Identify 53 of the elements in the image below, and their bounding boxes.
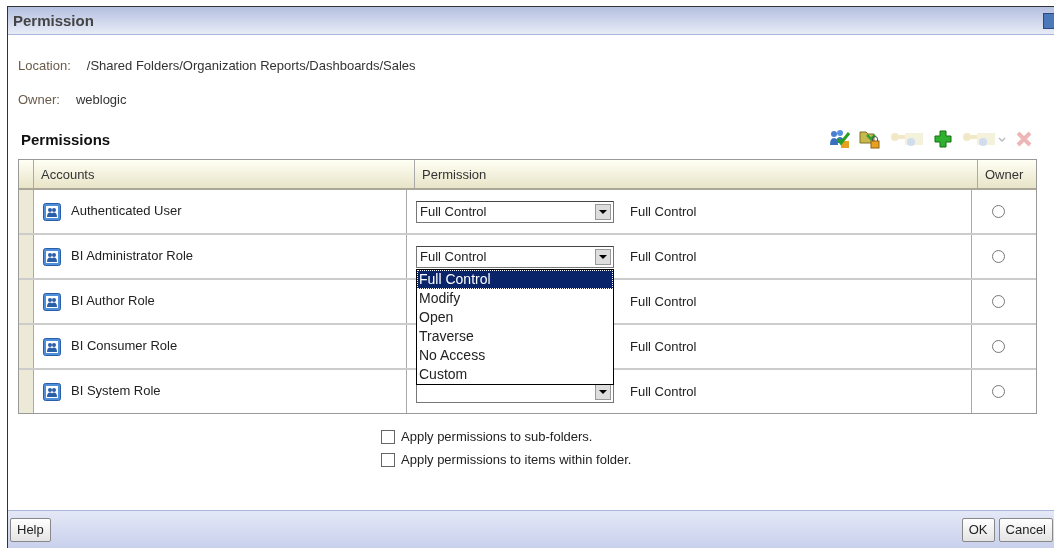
dropdown-option[interactable]: Open xyxy=(417,307,613,327)
row-selector-cell[interactable] xyxy=(19,235,34,278)
role-icon xyxy=(43,338,61,356)
role-icon xyxy=(43,248,61,266)
close-icon[interactable] xyxy=(1043,12,1054,29)
dropdown-option[interactable]: No Access xyxy=(417,345,613,365)
column-header: Permission xyxy=(415,160,978,188)
checkbox-label: Apply permissions to items within folder. xyxy=(401,452,632,467)
account-name: BI Consumer Role xyxy=(71,338,178,353)
dropdown-option[interactable]: Modify xyxy=(417,288,613,308)
permission-select[interactable]: Full Control xyxy=(416,200,614,223)
folder-lock-icon[interactable] xyxy=(859,129,881,149)
row-selector-cell[interactable] xyxy=(19,325,34,368)
help-button[interactable]: Help xyxy=(10,517,51,542)
effective-permission: Full Control xyxy=(630,339,697,354)
role-icon xyxy=(43,293,61,311)
dropdown-option[interactable]: Full Control xyxy=(417,269,613,289)
effective-permission: Full Control xyxy=(630,249,697,264)
users-check-icon[interactable] xyxy=(829,129,851,149)
owner-radio[interactable] xyxy=(992,340,1005,353)
owner-radio[interactable] xyxy=(992,295,1005,308)
ok-button[interactable]: OK xyxy=(961,517,995,542)
account-name: BI Administrator Role xyxy=(71,248,194,263)
column-header: Accounts xyxy=(34,160,415,188)
effective-permission: Full Control xyxy=(630,204,697,219)
add-icon[interactable] xyxy=(933,129,953,149)
checkbox[interactable] xyxy=(381,452,395,467)
dropdown-option[interactable]: Traverse xyxy=(417,326,613,346)
account-name: BI Author Role xyxy=(71,293,155,308)
row-selector-cell[interactable] xyxy=(19,370,34,413)
section-title: Permissions xyxy=(21,131,111,149)
cancel-button[interactable]: Cancel xyxy=(998,517,1053,542)
role-icon xyxy=(43,203,61,221)
window-title: Permission xyxy=(13,12,94,29)
row-selector-cell[interactable] xyxy=(19,280,34,323)
owner-radio[interactable] xyxy=(992,385,1005,398)
account-name: Authenticated User xyxy=(71,203,182,218)
checkbox-label: Apply permissions to sub-folders. xyxy=(401,429,593,444)
owner-name: weblogic xyxy=(75,92,127,107)
location-path: /Shared Folders/Organization Reports/Dashboards/Sales xyxy=(86,58,416,73)
effective-permission: Full Control xyxy=(630,294,697,309)
row-selector-cell[interactable] xyxy=(19,190,34,233)
location-label: Location: xyxy=(18,58,71,73)
owner-label: Owner: xyxy=(18,92,60,107)
effective-permission: Full Control xyxy=(630,384,697,399)
role-icon xyxy=(43,383,61,401)
owner-radio[interactable] xyxy=(992,250,1005,263)
dropdown-option[interactable]: Custom xyxy=(417,364,613,384)
column-header: Owner xyxy=(984,165,1025,184)
permission-select[interactable]: Full Control xyxy=(416,245,614,268)
owner-radio[interactable] xyxy=(992,205,1005,218)
checkbox[interactable] xyxy=(381,429,395,444)
account-name: BI System Role xyxy=(71,383,161,398)
